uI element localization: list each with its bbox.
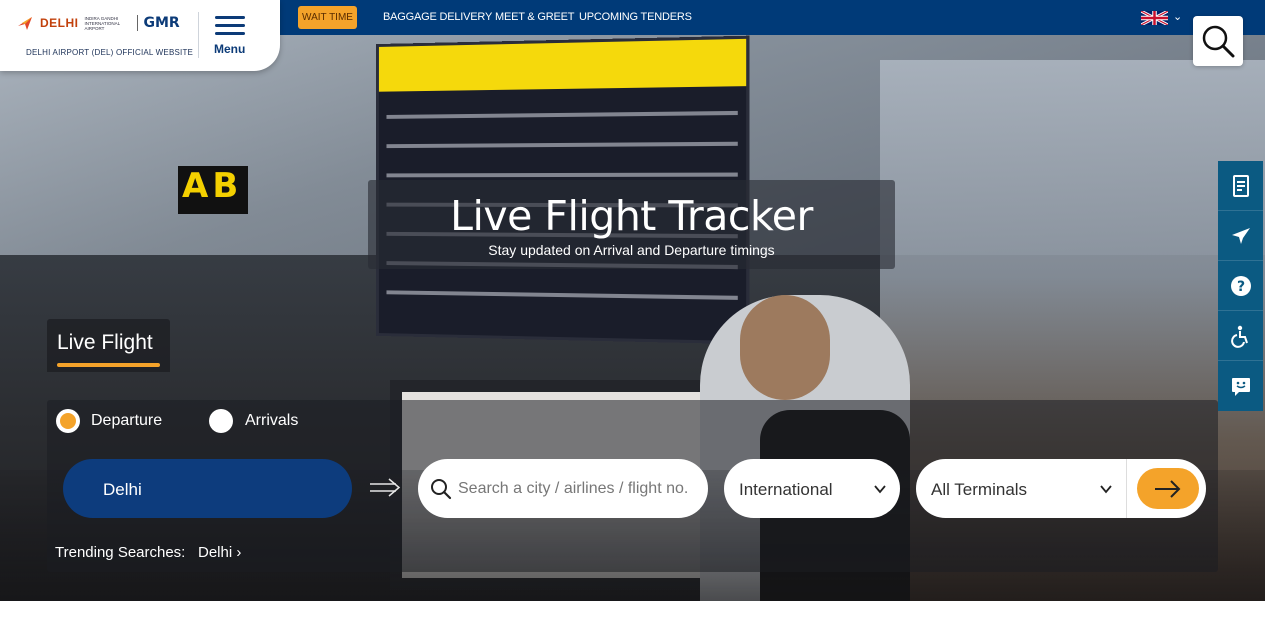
logo-card: DELHI INDIRA GANDHI INTERNATIONAL AIRPOR… [0,0,280,71]
hero-title-box: Live Flight Tracker Stay updated on Arri… [368,180,895,269]
logo-airport-name: INDIRA GANDHI INTERNATIONAL AIRPORT [84,15,121,31]
trending-searches-label: Trending Searches: [55,544,186,561]
chevron-right-icon: › [236,544,242,561]
arrow-right-icon [1155,480,1181,498]
origin-city-value: Delhi [103,480,142,499]
logo-delhi-text: DELHI [40,16,79,30]
terminal-value: All Terminals [931,480,1028,499]
departure-radio[interactable] [56,409,80,433]
flight-search-field[interactable] [418,459,708,518]
boarding-pass-icon [1232,174,1249,197]
nav-meet-greet[interactable]: MEET & GREET [495,11,575,23]
airplane-icon [1231,227,1250,244]
arrivals-label[interactable]: Arrivals [245,412,298,430]
trending-search-text: Delhi [198,544,233,561]
tab-live-flight[interactable]: Live Flight [47,319,170,372]
origin-city-field[interactable]: Delhi [63,459,352,518]
arrivals-radio[interactable] [209,409,233,433]
feedback-button[interactable] [1218,361,1263,411]
departure-label[interactable]: Departure [91,412,162,430]
boarding-pass-button[interactable] [1218,161,1263,211]
svg-text:?: ? [1236,279,1244,295]
flight-type-select[interactable]: International [724,459,900,518]
language-chevron-icon[interactable]: ⌄ [1173,10,1182,23]
search-submit-wrapper [1126,459,1206,518]
flight-type-value: International [739,480,833,499]
page-subtitle: Stay updated on Arrival and Departure ti… [488,242,775,258]
chevron-down-icon [1100,485,1112,494]
flight-search-input[interactable] [458,477,698,501]
hamburger-icon [215,16,245,19]
feedback-icon [1231,378,1250,396]
tab-live-flight-label: Live Flight [57,331,153,354]
quick-access-rail: ? [1218,161,1263,411]
site-search-button[interactable] [1193,16,1243,66]
gmr-logo-text: GMR [143,15,180,31]
menu-label: Menu [214,42,246,56]
search-icon [431,479,452,500]
site-logo[interactable]: DELHI INDIRA GANDHI INTERNATIONAL AIRPOR… [16,14,180,32]
gate-sign-ab: AB [178,166,248,214]
trending-search-link[interactable]: Delhi › [198,544,241,561]
nav-baggage-delivery[interactable]: BAGGAGE DELIVERY [383,11,492,23]
nav-upcoming-tenders[interactable]: UPCOMING TENDERS [579,11,692,23]
logo-subtitle: DELHI AIRPORT (DEL) OFFICIAL WEBSITE [26,48,194,57]
page-title: Live Flight Tracker [450,192,813,240]
chevron-down-icon [874,485,886,494]
airport-logo-icon [16,14,34,32]
direction-arrow-icon [370,478,401,497]
wait-time-button[interactable]: WAIT TIME [298,6,357,29]
accessibility-icon [1230,325,1248,348]
terminal-select[interactable]: All Terminals [916,459,1126,518]
help-icon: ? [1230,275,1251,296]
help-button[interactable]: ? [1218,261,1263,311]
menu-button[interactable]: Menu [210,16,252,58]
accessibility-button[interactable] [1218,311,1263,361]
active-tab-indicator [57,363,160,367]
flights-button[interactable] [1218,211,1263,261]
search-submit-button[interactable] [1137,468,1199,509]
search-icon [1202,25,1235,58]
uk-flag-icon[interactable] [1141,11,1168,25]
